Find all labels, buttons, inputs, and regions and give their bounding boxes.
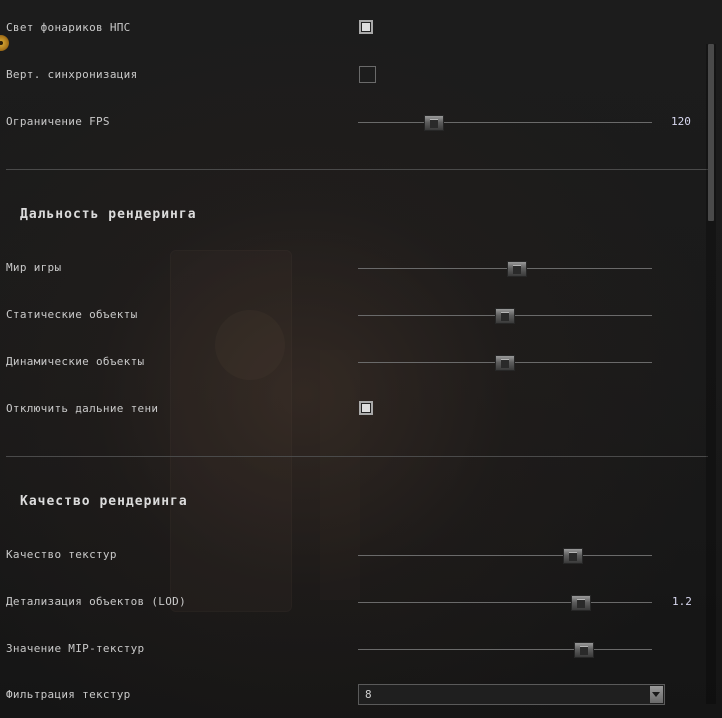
game-world-slider-track[interactable] bbox=[358, 268, 652, 269]
texture-filtering-label: Фильтрация текстур bbox=[6, 688, 131, 701]
mip-label: Значение MIP-текстур bbox=[6, 642, 145, 655]
static-objects-slider-thumb[interactable] bbox=[495, 308, 515, 324]
background-window-art bbox=[170, 250, 292, 612]
section-divider bbox=[6, 169, 708, 170]
texture-filtering-value: 8 bbox=[365, 688, 372, 701]
fps-limit-value: 120 bbox=[671, 115, 691, 128]
render-quality-heading: Качество рендеринга bbox=[20, 494, 188, 509]
background-post-art bbox=[320, 350, 360, 600]
lod-value: 1.2 bbox=[672, 595, 692, 608]
vsync-label: Верт. синхронизация bbox=[6, 68, 138, 81]
vsync-checkbox[interactable] bbox=[359, 66, 376, 83]
dynamic-objects-label: Динамические объекты bbox=[6, 355, 145, 368]
fps-limit-slider-track[interactable] bbox=[358, 122, 652, 123]
texture-quality-slider-thumb[interactable] bbox=[562, 548, 583, 564]
lod-slider-track[interactable] bbox=[358, 602, 652, 603]
fps-limit-slider-thumb[interactable] bbox=[424, 115, 445, 131]
settings-panel: Свет фонариков НПС Верт. синхронизация О… bbox=[0, 0, 722, 718]
npc-flashlights-checkbox[interactable] bbox=[359, 20, 373, 34]
disable-far-shadows-checkbox[interactable] bbox=[359, 401, 373, 415]
mip-slider-thumb[interactable] bbox=[574, 642, 595, 658]
chevron-down-icon[interactable] bbox=[650, 686, 663, 703]
render-distance-heading: Дальность рендеринга bbox=[20, 207, 197, 222]
background-arch-art bbox=[215, 310, 285, 380]
game-world-slider-thumb[interactable] bbox=[506, 261, 527, 277]
scrollbar-thumb[interactable] bbox=[708, 44, 714, 221]
lod-slider-thumb[interactable] bbox=[571, 595, 592, 611]
static-objects-label: Статические объекты bbox=[6, 308, 138, 321]
lod-label: Детализация объектов (LOD) bbox=[6, 595, 186, 608]
dynamic-objects-slider-thumb[interactable] bbox=[495, 355, 515, 371]
mip-slider-track[interactable] bbox=[358, 649, 652, 650]
texture-quality-slider-track[interactable] bbox=[358, 555, 652, 556]
texture-quality-label: Качество текстур bbox=[6, 548, 117, 561]
disable-far-shadows-label: Отключить дальние тени bbox=[6, 402, 159, 415]
game-world-label: Мир игры bbox=[6, 261, 62, 274]
texture-filtering-dropdown[interactable]: 8 bbox=[358, 684, 665, 705]
fps-limit-label: Ограничение FPS bbox=[6, 115, 110, 128]
npc-flashlights-label: Свет фонариков НПС bbox=[6, 21, 131, 34]
radiation-icon bbox=[0, 35, 9, 51]
section-divider bbox=[6, 456, 708, 457]
